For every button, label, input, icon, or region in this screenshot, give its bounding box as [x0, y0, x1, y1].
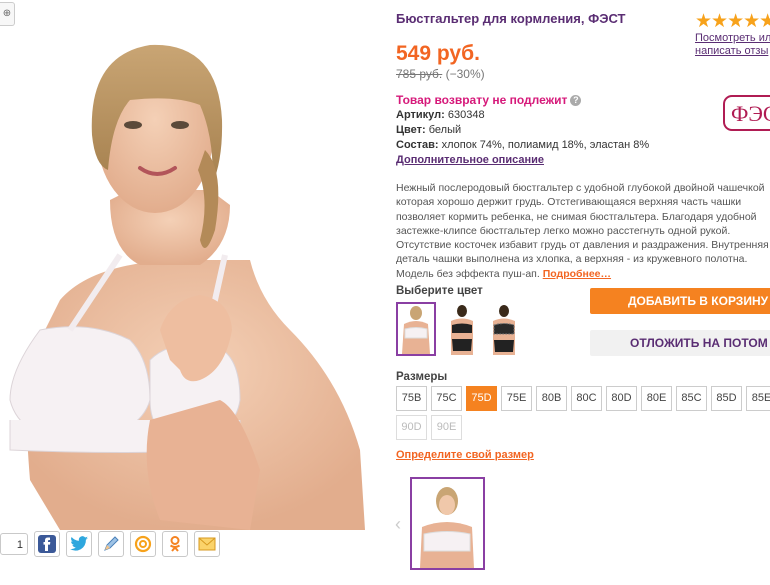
- color-swatch-black-lace[interactable]: [484, 302, 524, 356]
- add-to-cart-button[interactable]: ДОБАВИТЬ В КОРЗИНУ: [590, 288, 770, 314]
- color-value: белый: [428, 124, 462, 136]
- description-more-link[interactable]: Подробнее…: [543, 268, 611, 280]
- old-price-row: 785 руб. (−30%): [396, 67, 485, 81]
- product-price: 549 руб.: [396, 42, 480, 65]
- livejournal-icon[interactable]: [98, 531, 124, 557]
- facebook-icon[interactable]: [34, 531, 60, 557]
- size-option[interactable]: 85E: [746, 386, 770, 411]
- size-option[interactable]: 75E: [501, 386, 532, 411]
- product-attributes: Артикул: 630348 Цвет: белый Состав: хлоп…: [396, 109, 650, 166]
- color-swatch-black[interactable]: [442, 302, 482, 356]
- color-picker-label: Выберите цвет: [396, 285, 483, 297]
- thumbnail-selected[interactable]: [410, 477, 485, 570]
- no-return-notice: Товар возврату не подлежит?: [396, 93, 582, 107]
- share-count: 1: [0, 533, 28, 555]
- size-option-disabled: 90E: [431, 415, 462, 440]
- share-bar: 1: [0, 531, 220, 557]
- color-swatch-white[interactable]: [396, 302, 436, 356]
- size-option[interactable]: 75B: [396, 386, 427, 411]
- more-description-link[interactable]: Дополнительное описание: [396, 154, 544, 166]
- save-for-later-button[interactable]: ОТЛОЖИТЬ НА ПОТОМ: [590, 330, 770, 356]
- size-option[interactable]: 80E: [641, 386, 672, 411]
- size-option-disabled: 90D: [396, 415, 427, 440]
- brand-logo[interactable]: ФЭСТ: [723, 94, 770, 134]
- old-price: 785 руб.: [396, 67, 443, 81]
- size-option[interactable]: 75C: [431, 386, 462, 411]
- size-selector: 75B 75C 75D 75E 80B 80C 80D 80E 85C 85D …: [396, 386, 770, 440]
- email-icon[interactable]: [194, 531, 220, 557]
- svg-text:ФЭСТ: ФЭСТ: [731, 101, 770, 126]
- size-option-selected[interactable]: 75D: [466, 386, 497, 411]
- article-value: 630348: [447, 109, 485, 121]
- odnoklassniki-icon[interactable]: [162, 531, 188, 557]
- size-option[interactable]: 80B: [536, 386, 567, 411]
- size-option[interactable]: 80C: [571, 386, 602, 411]
- discount: (−30%): [445, 67, 485, 81]
- reviews-link[interactable]: Посмотреть ил написать отзы: [695, 32, 770, 58]
- rating-stars[interactable]: ★★★★★: [695, 10, 770, 33]
- sizes-label: Размеры: [396, 371, 448, 383]
- product-title: Бюстгальтер для кормления, ФЭСТ: [396, 11, 626, 26]
- mailru-icon[interactable]: [130, 531, 156, 557]
- twitter-icon[interactable]: [66, 531, 92, 557]
- size-option[interactable]: 85D: [711, 386, 742, 411]
- composition-value: хлопок 74%, полиамид 18%, эластан 8%: [441, 139, 650, 151]
- zoom-icon[interactable]: ⊕: [0, 2, 15, 26]
- product-description: Нежный послеродовый бюстгальтер с удобно…: [396, 182, 769, 280]
- chevron-left-icon[interactable]: ‹: [395, 514, 401, 535]
- size-option[interactable]: 80D: [606, 386, 637, 411]
- product-photo[interactable]: [0, 0, 385, 530]
- find-size-link[interactable]: Определите свой размер: [396, 449, 534, 461]
- help-icon[interactable]: ?: [570, 95, 582, 107]
- size-option[interactable]: 85C: [676, 386, 707, 411]
